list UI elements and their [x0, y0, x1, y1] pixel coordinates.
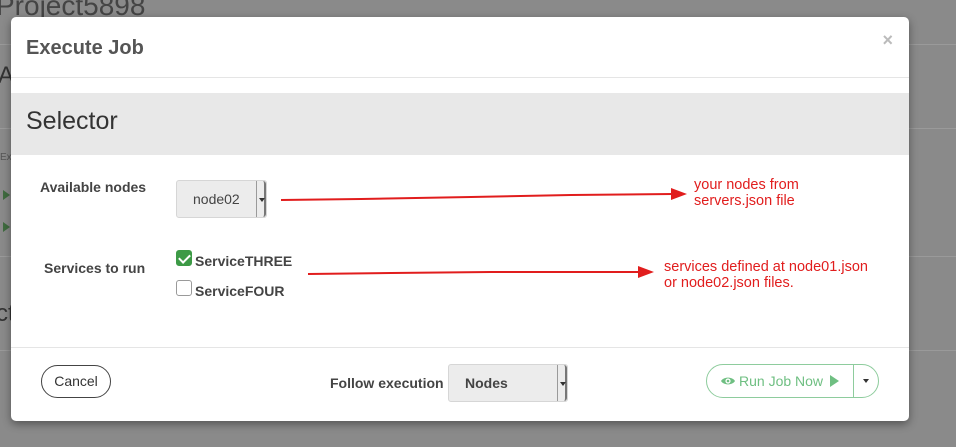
nodes-annotation-line1: your nodes from — [694, 177, 799, 193]
run-job-button-group: Run Job Now — [706, 364, 879, 398]
available-nodes-value: node02 — [193, 191, 240, 207]
modal-header: Execute Job × — [11, 17, 909, 78]
available-nodes-select[interactable]: node02 — [176, 180, 267, 218]
close-icon[interactable]: × — [882, 31, 893, 49]
services-annotation-line1: services defined at node01.json — [664, 259, 868, 275]
eye-icon — [721, 377, 735, 385]
background-text-fragment: Ex — [0, 152, 12, 163]
follow-execution-label: Follow execution — [330, 375, 444, 391]
service-four-label: ServiceFOUR — [195, 283, 285, 299]
nodes-annotation-line2: servers.json file — [694, 193, 795, 209]
chevron-down-icon — [560, 382, 566, 386]
service-three-label: ServiceTHREE — [195, 253, 293, 269]
execute-job-modal: Execute Job × Selector Available nodes n… — [11, 17, 909, 421]
cancel-button[interactable]: Cancel — [41, 365, 111, 398]
play-icon — [830, 375, 839, 387]
select-caret — [256, 181, 266, 217]
nodes-arrowhead — [671, 188, 687, 200]
background-play-icon — [3, 190, 10, 200]
nodes-annotation: your nodes from servers.json file — [694, 177, 799, 209]
services-arrow-line — [307, 271, 639, 275]
chevron-down-icon — [259, 198, 265, 202]
run-job-now-label: Run Job Now — [739, 373, 824, 389]
available-nodes-label: Available nodes — [40, 179, 147, 195]
modal-title: Execute Job — [26, 37, 144, 59]
nodes-arrow-line — [280, 193, 674, 201]
run-job-now-button[interactable]: Run Job Now — [707, 365, 854, 397]
follow-execution-value: Nodes — [465, 375, 508, 391]
service-four-checkbox[interactable] — [176, 280, 192, 296]
selector-section-header: Selector — [11, 93, 909, 155]
services-label: Services to run — [44, 260, 146, 276]
services-arrowhead — [638, 266, 654, 278]
service-three-checkbox[interactable] — [176, 250, 192, 266]
chevron-down-icon — [863, 379, 869, 383]
modal-footer: Cancel Follow execution Nodes Run Job No… — [11, 347, 909, 421]
select-caret — [557, 365, 567, 401]
follow-execution-select[interactable]: Nodes — [448, 364, 568, 402]
run-options-dropdown[interactable] — [855, 365, 879, 397]
services-annotation-line2: or node02.json files. — [664, 275, 794, 291]
services-annotation: services defined at node01.json or node0… — [664, 259, 868, 291]
section-title: Selector — [26, 107, 118, 135]
background-play-icon — [3, 222, 10, 232]
